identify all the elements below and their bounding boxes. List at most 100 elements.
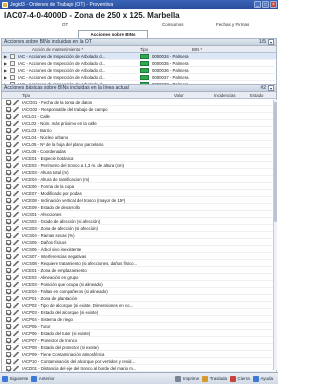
- checkbox-icon[interactable]: [6, 212, 11, 217]
- checkbox-icon[interactable]: [6, 247, 11, 252]
- next-button[interactable]: Siguiente: [2, 374, 28, 383]
- pencil-icon[interactable]: [13, 324, 19, 329]
- table-row[interactable]: IACE04 - Faltas en compañeros (si alinea…: [1, 288, 277, 295]
- help-button[interactable]: Ayuda: [252, 374, 273, 383]
- table-row[interactable]: IACS08 - Requiere tratamiento (si afecci…: [1, 260, 277, 267]
- pencil-icon[interactable]: [13, 205, 19, 210]
- col-accion[interactable]: Acción de mantenimiento *: [32, 47, 83, 52]
- checkbox-icon[interactable]: [6, 177, 11, 182]
- pencil-icon[interactable]: [13, 275, 19, 280]
- table-row[interactable]: IACP04 - Sistema de riego: [1, 316, 277, 323]
- pencil-icon[interactable]: [13, 366, 19, 371]
- checkbox-icon[interactable]: [6, 317, 11, 322]
- minimize-button[interactable]: _: [254, 1, 261, 8]
- table-row[interactable]: IACE01 - Zona de emplazamiento: [1, 267, 277, 274]
- close-button[interactable]: Cierra: [230, 374, 250, 383]
- table-row[interactable]: IACE06 - Forma de la copa: [1, 183, 277, 190]
- pencil-icon[interactable]: [13, 317, 19, 322]
- pencil-icon[interactable]: [13, 254, 19, 259]
- checkbox-icon[interactable]: [6, 198, 11, 203]
- checkbox-icon[interactable]: [6, 142, 11, 147]
- table-row[interactable]: IACS06 - Árbol vivo inexistente: [1, 246, 277, 253]
- pencil-icon[interactable]: [13, 233, 19, 238]
- checkbox-icon[interactable]: [6, 261, 11, 266]
- checkbox-icon[interactable]: [6, 149, 11, 154]
- close-window-button[interactable]: ×: [270, 1, 277, 8]
- table-row[interactable]: IACL05 - Nº de la hoja del plano parcela…: [1, 141, 277, 148]
- table-row[interactable]: IACD01 - Distancia del eje del tronco al…: [1, 365, 277, 372]
- checkbox-icon[interactable]: [6, 128, 11, 133]
- pencil-icon[interactable]: [13, 142, 19, 147]
- pencil-icon[interactable]: [13, 359, 19, 364]
- table-row[interactable]: IACL02 - Núm. más próximo en la calle: [1, 120, 277, 127]
- checkbox-icon[interactable]: [6, 254, 11, 259]
- col-tipo[interactable]: Tipo: [22, 93, 30, 98]
- checkbox-icon[interactable]: [6, 226, 11, 231]
- collapse-icon[interactable]: ▾: [268, 39, 274, 45]
- pencil-icon[interactable]: [13, 338, 19, 343]
- pencil-icon[interactable]: [13, 198, 19, 203]
- table-row[interactable]: IACS02 - Grado de afección (si afección): [1, 218, 277, 225]
- table-row[interactable]: IACP01 - Zona de plantación: [1, 295, 277, 302]
- pencil-icon[interactable]: [13, 100, 19, 105]
- scrollbar-thumb[interactable]: [274, 102, 277, 222]
- pencil-icon[interactable]: [13, 268, 19, 273]
- table-row[interactable]: ▶ IAC - Acciones de Inspección de Arbola…: [1, 53, 277, 60]
- checkbox-icon[interactable]: [6, 219, 11, 224]
- pencil-icon[interactable]: [13, 212, 19, 217]
- table-row[interactable]: IACP10 - Contaminación del alcorque por …: [1, 358, 277, 365]
- table-row[interactable]: IACP09 - Tiene Contaminación atmosférica: [1, 351, 277, 358]
- pencil-icon[interactable]: [13, 107, 19, 112]
- table-row[interactable]: IACG01 - Fecha de la toma de datos: [1, 99, 277, 106]
- pencil-icon[interactable]: [13, 184, 19, 189]
- checkbox-icon[interactable]: [6, 324, 11, 329]
- pencil-icon[interactable]: [13, 170, 19, 175]
- edit-icon[interactable]: [10, 61, 15, 66]
- table-row[interactable]: IACS05 - Daños físicos: [1, 239, 277, 246]
- table-row[interactable]: IACP03 - Estado del alcorque (si existe): [1, 309, 277, 316]
- pencil-icon[interactable]: [13, 114, 19, 119]
- table-row[interactable]: IACL04 - Núcleo urbano: [1, 134, 277, 141]
- checkbox-icon[interactable]: [6, 191, 11, 196]
- table-row[interactable]: IACL03 - Barrio: [1, 127, 277, 134]
- table-row[interactable]: IACP06 - Estado del tutor (si existe): [1, 330, 277, 337]
- table-row[interactable]: IACE03 - Altura total (m): [1, 169, 277, 176]
- col-valor[interactable]: Valor: [174, 93, 184, 98]
- table-row[interactable]: IACP05 - Tutor: [1, 323, 277, 330]
- col-bin[interactable]: BIN *: [192, 47, 202, 52]
- table-row[interactable]: IACE03 - Posición que ocupa (si alineado…: [1, 281, 277, 288]
- table-row[interactable]: IACE02 - Alineación en grupo: [1, 274, 277, 281]
- pencil-icon[interactable]: [13, 345, 19, 350]
- col-tipo[interactable]: Tipo: [140, 47, 148, 52]
- col-estado[interactable]: Estado: [250, 93, 263, 98]
- checkbox-icon[interactable]: [6, 331, 11, 336]
- pencil-icon[interactable]: [13, 331, 19, 336]
- pencil-icon[interactable]: [13, 240, 19, 245]
- previous-button[interactable]: Anterior: [31, 374, 55, 383]
- checkbox-icon[interactable]: [6, 303, 11, 308]
- table-row[interactable]: IACG02 - Responsable del trabajo de camp…: [1, 106, 277, 113]
- checkbox-icon[interactable]: [6, 135, 11, 140]
- table-row[interactable]: IACE08 - Inclinación vertical del tronco…: [1, 197, 277, 204]
- pencil-icon[interactable]: [13, 156, 19, 161]
- table-row[interactable]: IACL01 - Calle: [1, 113, 277, 120]
- pencil-icon[interactable]: [13, 177, 19, 182]
- pencil-icon[interactable]: [13, 149, 19, 154]
- checkbox-icon[interactable]: [6, 107, 11, 112]
- checkbox-icon[interactable]: [6, 170, 11, 175]
- table-row[interactable]: IACE04 - Altura de ramificacion (m): [1, 176, 277, 183]
- pencil-icon[interactable]: [13, 289, 19, 294]
- table-row[interactable]: IACE01 - Especie botánica: [1, 155, 277, 162]
- pencil-icon[interactable]: [13, 352, 19, 357]
- table-row[interactable]: IACE09 - Estado de desarrollo: [1, 204, 277, 211]
- checkbox-icon[interactable]: [6, 233, 11, 238]
- checkbox-icon[interactable]: [6, 100, 11, 105]
- pencil-icon[interactable]: [13, 219, 19, 224]
- pencil-icon[interactable]: [13, 282, 19, 287]
- checkbox-icon[interactable]: [6, 205, 11, 210]
- pencil-icon[interactable]: [13, 310, 19, 315]
- checkbox-icon[interactable]: [6, 338, 11, 343]
- maximize-button[interactable]: □: [262, 1, 269, 8]
- vertical-scrollbar[interactable]: [273, 100, 277, 370]
- table-row[interactable]: ▶ IAC - Acciones de Inspección de Arbola…: [1, 74, 277, 81]
